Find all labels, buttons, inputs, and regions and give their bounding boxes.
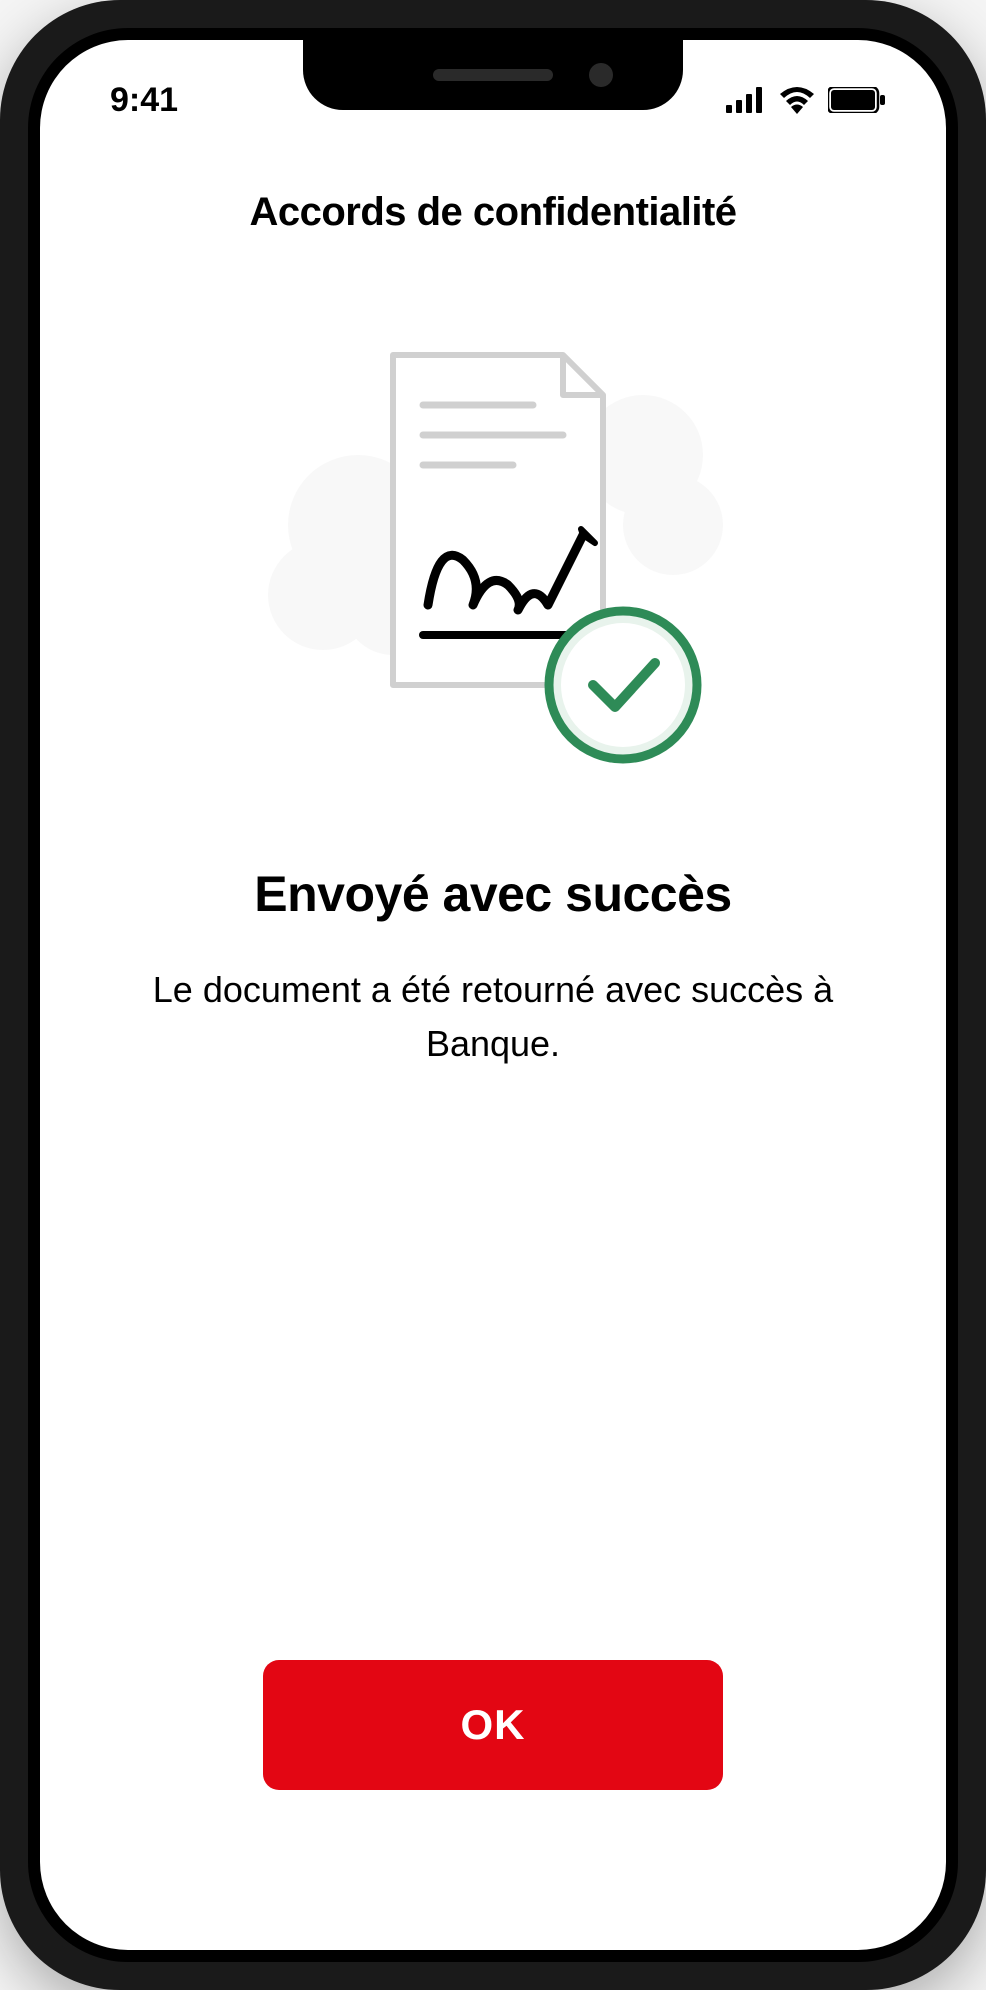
screen: 9:41 xyxy=(40,40,946,1950)
phone-inner: 9:41 xyxy=(28,28,958,1962)
ok-button[interactable]: OK xyxy=(263,1660,723,1790)
notch-speaker xyxy=(433,69,553,81)
status-time: 9:41 xyxy=(110,81,178,120)
footer: OK xyxy=(40,1660,946,1950)
battery-icon xyxy=(828,87,886,113)
success-message: Le document a été retourné avec succès à… xyxy=(100,963,886,1071)
notch xyxy=(303,40,683,110)
page-title: Accords de confidentialité xyxy=(80,190,906,235)
phone-frame: 9:41 xyxy=(0,0,986,1990)
wifi-icon xyxy=(778,86,816,114)
success-heading: Envoyé avec succès xyxy=(254,865,731,923)
page-header: Accords de confidentialité xyxy=(40,140,946,265)
content-area: Envoyé avec succès Le document a été ret… xyxy=(40,265,946,1660)
success-illustration xyxy=(263,325,723,765)
notch-camera xyxy=(589,63,613,87)
status-icons xyxy=(726,86,886,114)
cellular-signal-icon xyxy=(726,87,766,113)
